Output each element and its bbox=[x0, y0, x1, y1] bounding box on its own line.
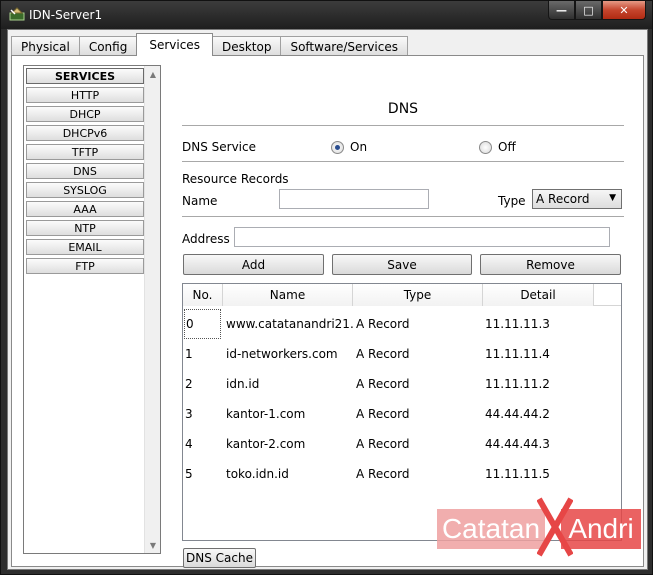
dns-on-radio[interactable] bbox=[331, 141, 344, 154]
table-row[interactable]: 1 id-networkers.com A Record 11.11.11.4 bbox=[183, 339, 621, 369]
type-select[interactable]: A Record ▼ bbox=[532, 189, 622, 209]
name-label: Name bbox=[182, 194, 218, 208]
maximize-icon: □ bbox=[583, 3, 594, 17]
dns-off-radio[interactable] bbox=[479, 141, 492, 154]
cell-name: idn.id bbox=[226, 377, 260, 391]
title-bar[interactable]: IDN-Server1 — □ ✕ bbox=[1, 1, 652, 29]
cell-no: 0 bbox=[184, 309, 221, 339]
table-row[interactable]: 0 www.catatanandri21.tk A Record 11.11.1… bbox=[183, 309, 621, 339]
cell-type: A Record bbox=[356, 437, 410, 451]
packet-tracer-icon bbox=[9, 7, 25, 21]
tab-config[interactable]: Config bbox=[78, 36, 138, 56]
services-panel: SERVICES HTTP DHCP DHCPv6 TFTP DNS SYSLO… bbox=[11, 55, 644, 568]
app-window: IDN-Server1 — □ ✕ Physical Config Servic… bbox=[0, 0, 653, 575]
cell-detail: 11.11.11.5 bbox=[485, 467, 550, 481]
minimize-icon: — bbox=[556, 3, 567, 17]
cell-name: id-networkers.com bbox=[226, 347, 338, 361]
dns-config-area: DNS DNS Service On Off Resource Records … bbox=[182, 56, 624, 568]
cell-type: A Record bbox=[356, 347, 410, 361]
cell-detail: 44.44.44.3 bbox=[485, 437, 550, 451]
tab-physical[interactable]: Physical bbox=[11, 36, 80, 56]
type-select-value: A Record bbox=[536, 192, 590, 206]
dns-service-label: DNS Service bbox=[182, 140, 256, 154]
watermark-right-text: Andri bbox=[561, 509, 641, 549]
services-scrollbar[interactable]: ▲ ▼ bbox=[144, 66, 160, 553]
cell-type: A Record bbox=[356, 377, 410, 391]
scroll-down-icon[interactable]: ▼ bbox=[145, 537, 161, 553]
window-title: IDN-Server1 bbox=[29, 8, 103, 22]
resource-records-label: Resource Records bbox=[182, 172, 289, 186]
cell-name: www.catatanandri21.tk bbox=[226, 317, 354, 331]
minimize-button[interactable]: — bbox=[548, 1, 575, 20]
column-header-detail[interactable]: Detail bbox=[483, 284, 594, 306]
tab-software-services[interactable]: Software/Services bbox=[280, 36, 408, 56]
watermark: Catatan Andri bbox=[437, 497, 643, 557]
window-client-area: Physical Config Services Desktop Softwar… bbox=[7, 29, 648, 570]
table-row[interactable]: 2 idn.id A Record 11.11.11.2 bbox=[183, 369, 621, 399]
cell-type: A Record bbox=[356, 407, 410, 421]
watermark-left-text: Catatan bbox=[437, 509, 545, 549]
tab-services[interactable]: Services bbox=[136, 33, 213, 56]
cell-no: 1 bbox=[185, 347, 193, 361]
service-item-email[interactable]: EMAIL bbox=[26, 239, 144, 255]
cell-name: kantor-2.com bbox=[226, 437, 306, 451]
maximize-button[interactable]: □ bbox=[575, 1, 602, 20]
cell-name: toko.idn.id bbox=[226, 467, 289, 481]
close-icon: ✕ bbox=[619, 3, 629, 17]
services-header: SERVICES bbox=[26, 68, 144, 84]
service-item-dhcp[interactable]: DHCP bbox=[26, 106, 144, 122]
column-header-no[interactable]: No. bbox=[183, 284, 223, 306]
cell-detail: 44.44.44.2 bbox=[485, 407, 550, 421]
scroll-up-icon[interactable]: ▲ bbox=[145, 66, 161, 82]
cell-type: A Record bbox=[356, 467, 410, 481]
services-list: SERVICES HTTP DHCP DHCPv6 TFTP DNS SYSLO… bbox=[23, 65, 161, 554]
column-header-name[interactable]: Name bbox=[223, 284, 353, 306]
cell-no: 2 bbox=[185, 377, 193, 391]
tab-bar: Physical Config Services Desktop Softwar… bbox=[11, 33, 408, 56]
dns-off-label: Off bbox=[498, 140, 516, 154]
remove-button[interactable]: Remove bbox=[480, 254, 621, 275]
table-row[interactable]: 5 toko.idn.id A Record 11.11.11.5 bbox=[183, 459, 621, 489]
table-header: No. Name Type Detail bbox=[183, 284, 621, 306]
cell-no: 5 bbox=[185, 467, 193, 481]
divider bbox=[182, 125, 624, 126]
service-item-ntp[interactable]: NTP bbox=[26, 220, 144, 236]
service-item-tftp[interactable]: TFTP bbox=[26, 144, 144, 160]
divider bbox=[182, 161, 624, 162]
tab-desktop[interactable]: Desktop bbox=[211, 36, 282, 56]
service-item-ftp[interactable]: FTP bbox=[26, 258, 144, 274]
service-item-dhcpv6[interactable]: DHCPv6 bbox=[26, 125, 144, 141]
column-header-type[interactable]: Type bbox=[353, 284, 483, 306]
cell-detail: 11.11.11.2 bbox=[485, 377, 550, 391]
address-input[interactable] bbox=[234, 227, 610, 247]
chevron-down-icon: ▼ bbox=[609, 193, 616, 203]
service-item-http[interactable]: HTTP bbox=[26, 87, 144, 103]
close-button[interactable]: ✕ bbox=[602, 1, 646, 20]
cell-no: 4 bbox=[185, 437, 193, 451]
service-item-syslog[interactable]: SYSLOG bbox=[26, 182, 144, 198]
save-button[interactable]: Save bbox=[332, 254, 472, 275]
dns-title: DNS bbox=[387, 101, 419, 117]
dns-on-label: On bbox=[350, 140, 368, 154]
address-label: Address bbox=[182, 232, 230, 246]
add-button[interactable]: Add bbox=[183, 254, 324, 275]
type-label: Type bbox=[498, 194, 526, 208]
table-row[interactable]: 4 kantor-2.com A Record 44.44.44.3 bbox=[183, 429, 621, 459]
service-item-dns[interactable]: DNS bbox=[26, 163, 144, 179]
cell-type: A Record bbox=[356, 317, 410, 331]
cell-detail: 11.11.11.3 bbox=[485, 317, 550, 331]
name-input[interactable] bbox=[279, 189, 429, 209]
cell-no: 3 bbox=[185, 407, 193, 421]
divider bbox=[182, 216, 624, 217]
service-item-aaa[interactable]: AAA bbox=[26, 201, 144, 217]
dns-cache-button[interactable]: DNS Cache bbox=[183, 548, 256, 568]
table-row[interactable]: 3 kantor-1.com A Record 44.44.44.2 bbox=[183, 399, 621, 429]
cell-detail: 11.11.11.4 bbox=[485, 347, 550, 361]
cell-name: kantor-1.com bbox=[226, 407, 306, 421]
